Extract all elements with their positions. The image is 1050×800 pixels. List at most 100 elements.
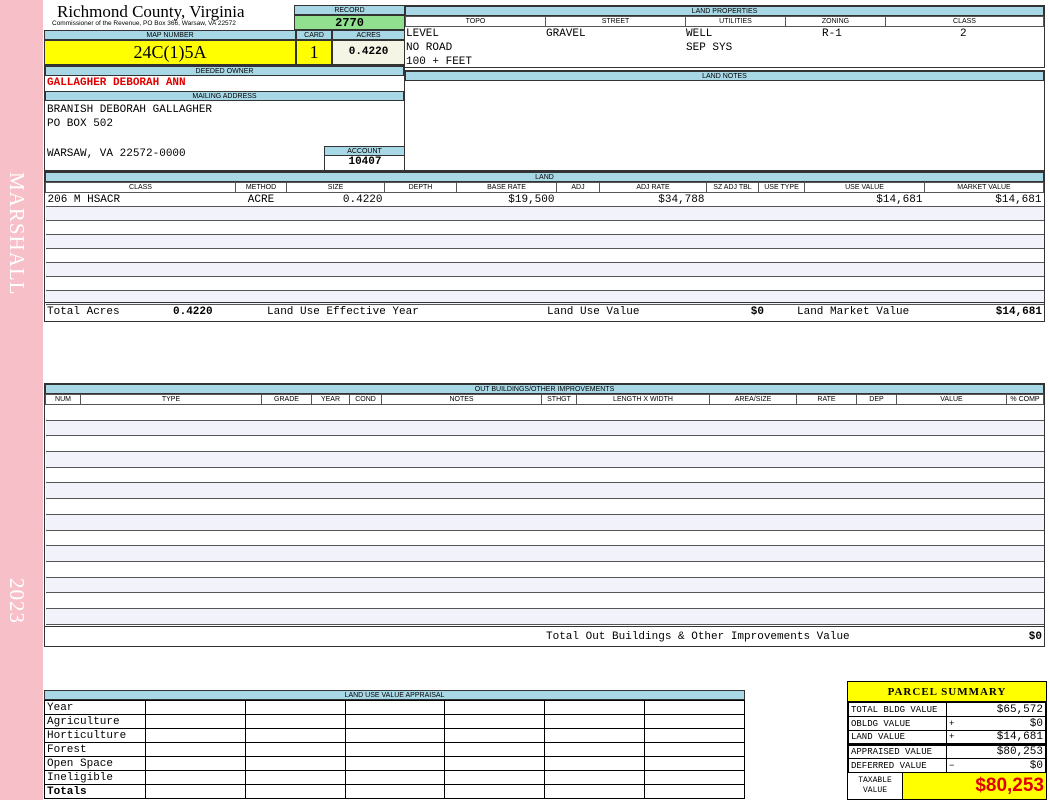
outbuilding-col-header: TYPE xyxy=(80,394,262,405)
class-value: 2 xyxy=(960,28,967,40)
table-cell xyxy=(644,728,745,743)
outbuildings-total-label: Total Out Buildings & Other Improvements… xyxy=(546,631,850,643)
table-cell xyxy=(384,234,457,249)
table-cell xyxy=(599,206,707,221)
table-cell xyxy=(349,529,382,547)
table-cell: $14,681 xyxy=(924,192,1044,207)
summary-row: TOTAL BLDG VALUE $65,572 xyxy=(848,702,1046,717)
table-row xyxy=(45,276,1044,291)
table-cell xyxy=(45,466,81,484)
sidebar-name: MARSHALL xyxy=(5,172,29,296)
table-cell xyxy=(261,435,312,453)
outbuilding-col-header: YEAR xyxy=(311,394,350,405)
table-cell xyxy=(384,192,457,207)
table-cell xyxy=(384,248,457,263)
table-cell xyxy=(286,248,385,263)
table-cell xyxy=(709,435,797,453)
table-cell xyxy=(556,248,600,263)
table-cell xyxy=(556,220,600,235)
table-cell xyxy=(145,770,246,785)
table-cell xyxy=(924,234,1044,249)
table-cell xyxy=(261,498,312,515)
table-cell xyxy=(381,419,542,437)
table-cell xyxy=(1006,466,1044,484)
table-cell xyxy=(1006,451,1044,468)
table-cell xyxy=(381,607,542,625)
table-cell xyxy=(344,784,446,799)
land-notes: LAND NOTES xyxy=(404,70,1045,171)
table-cell xyxy=(244,742,346,757)
table-cell xyxy=(45,482,81,500)
summary-label: TOTAL BLDG VALUE xyxy=(848,702,947,717)
table-cell xyxy=(145,742,246,757)
table-cell xyxy=(709,560,797,578)
summary-sign: + xyxy=(946,716,959,731)
table-cell xyxy=(576,419,710,437)
table-cell xyxy=(349,607,382,625)
table-cell xyxy=(311,560,350,578)
table-cell xyxy=(444,770,546,785)
table-cell xyxy=(709,498,797,515)
table-cell xyxy=(796,513,857,531)
table-cell xyxy=(444,756,546,771)
table-cell xyxy=(235,234,287,249)
land-col-header: DEPTH xyxy=(384,182,457,193)
land-use-row-label: Agriculture xyxy=(44,714,146,729)
table-cell xyxy=(80,529,262,547)
table-cell xyxy=(456,276,557,291)
taxable-value: $80,253 xyxy=(903,773,1046,799)
table-cell xyxy=(1006,592,1044,609)
table-cell xyxy=(541,498,577,515)
table-cell xyxy=(1006,529,1044,547)
table-cell xyxy=(896,513,1007,531)
table-cell xyxy=(576,498,710,515)
table-row xyxy=(45,560,1044,578)
table-cell xyxy=(444,700,546,715)
table-cell xyxy=(45,545,81,562)
col-street: STREET xyxy=(545,16,686,27)
summary-sign xyxy=(946,744,959,759)
land-use-section: LAND USE VALUE APPRAISAL Year Agriculture… xyxy=(44,690,745,799)
table-cell xyxy=(644,700,745,715)
table-cell xyxy=(541,404,577,421)
land-col-header: ADJ xyxy=(556,182,600,193)
table-cell xyxy=(235,262,287,277)
table-cell xyxy=(576,451,710,468)
effective-year-label: Land Use Effective Year xyxy=(267,306,419,318)
table-cell xyxy=(311,451,350,468)
utility-1: WELL xyxy=(686,28,713,40)
owner-section: DEEDED OWNER GALLAGHER DEBORAH ANN MAILI… xyxy=(44,65,405,171)
table-cell xyxy=(576,482,710,500)
table-cell xyxy=(235,276,287,291)
table-cell xyxy=(344,742,446,757)
table-cell xyxy=(706,262,759,277)
table-row xyxy=(45,529,1044,547)
table-cell xyxy=(541,607,577,625)
summary-value: $65,572 xyxy=(958,702,1046,717)
table-cell xyxy=(709,482,797,500)
table-cell xyxy=(804,206,925,221)
table-cell xyxy=(80,576,262,594)
table-cell xyxy=(286,206,385,221)
table-cell xyxy=(349,592,382,609)
table-cell xyxy=(709,513,797,531)
table-cell xyxy=(344,728,446,743)
table-cell xyxy=(45,419,81,437)
table-cell xyxy=(576,466,710,484)
land-use-value: $0 xyxy=(750,306,764,318)
table-cell xyxy=(896,545,1007,562)
table-cell xyxy=(45,220,236,235)
table-cell xyxy=(45,276,236,291)
land-col-header: USE VALUE xyxy=(804,182,925,193)
table-cell xyxy=(80,545,262,562)
table-cell xyxy=(599,248,707,263)
table-cell xyxy=(796,576,857,594)
table-row xyxy=(45,482,1044,500)
table-cell xyxy=(45,248,236,263)
table-cell xyxy=(261,607,312,625)
table-cell xyxy=(381,404,542,421)
table-cell xyxy=(706,192,759,207)
land-totals-row: Total Acres 0.4220 Land Use Effective Ye… xyxy=(45,302,1044,321)
table-cell xyxy=(556,262,600,277)
table-cell xyxy=(145,784,246,799)
